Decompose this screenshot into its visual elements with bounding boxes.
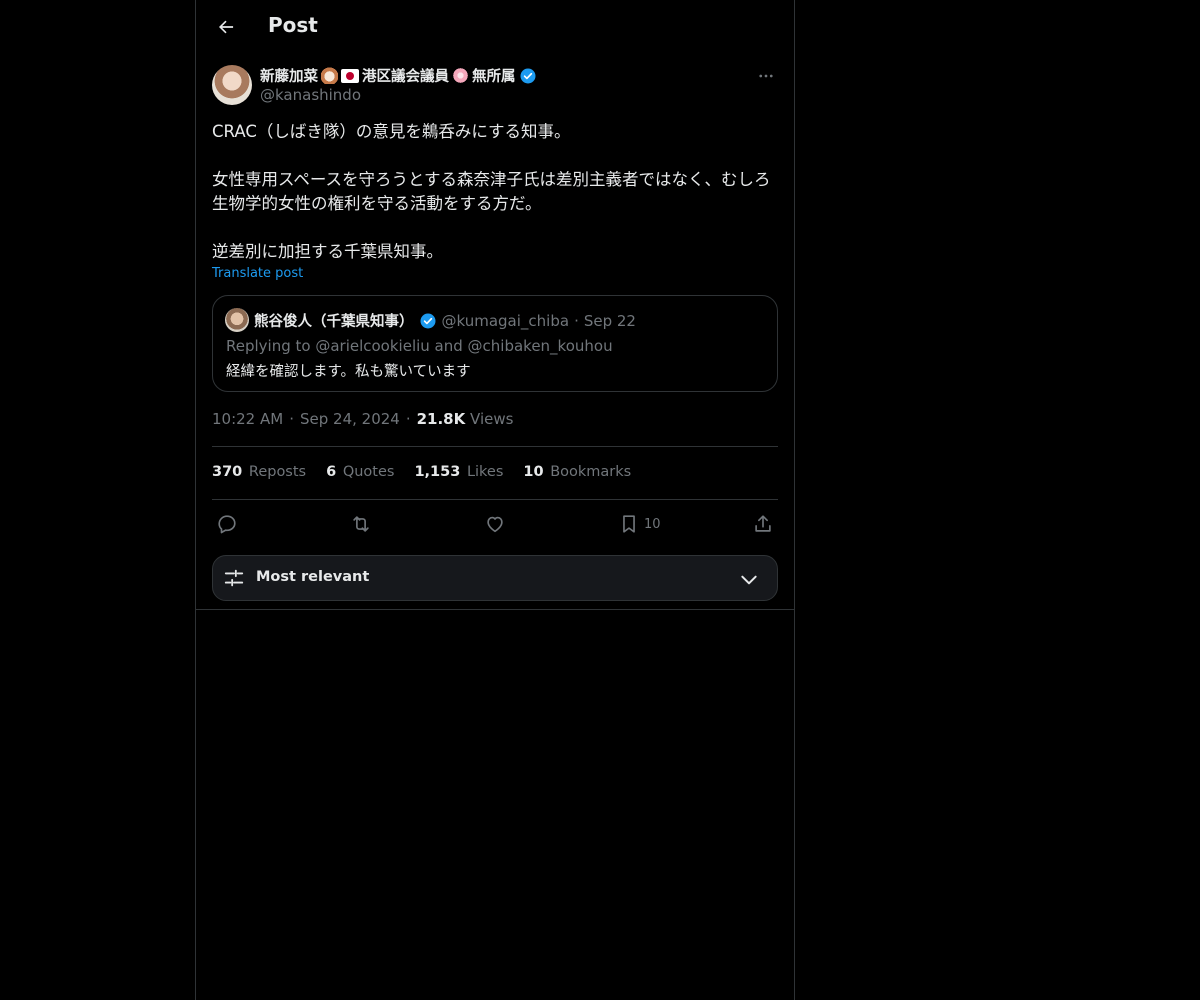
author-handle[interactable]: @kanashindo	[260, 86, 361, 104]
author-name-part1[interactable]: 新藤加菜	[260, 65, 318, 86]
post-meta: 10:22 AM · Sep 24, 2024 · 21.8K Views	[212, 410, 513, 428]
share-icon	[755, 515, 771, 532]
like-button[interactable]	[484, 512, 506, 536]
post-text: CRAC（しばき隊）の意見を鵜呑みにする知事。 女性専用スペースを守ろうとする森…	[212, 122, 771, 261]
page-header: Post	[196, 0, 794, 54]
engagement-stats: 370 Reposts 6 Quotes 1,153 Likes 10 Book…	[212, 464, 631, 480]
quoted-date[interactable]: Sep 22	[584, 312, 636, 330]
bookmarks-stat[interactable]: 10 Bookmarks	[523, 464, 631, 480]
post-date[interactable]: Sep 24, 2024	[300, 410, 400, 428]
sliders-icon	[224, 569, 244, 587]
more-options-button[interactable]	[754, 64, 778, 88]
post: 新藤加菜 港区議会議員 無所属 @kanashindo CRAC（しばき隊）の意…	[212, 64, 778, 601]
bookmark-icon	[623, 515, 635, 533]
quoted-author-handle[interactable]: @kumagai_chiba	[442, 312, 570, 330]
chevron-down-icon	[741, 575, 757, 585]
heart-icon	[487, 516, 503, 533]
action-bar: 10	[212, 512, 778, 536]
views-label: Views	[470, 410, 514, 428]
more-horizontal-icon	[759, 74, 773, 78]
separator-dot: ·	[574, 311, 579, 330]
replies-sort-dropdown[interactable]: Most relevant	[212, 555, 778, 601]
views-count: 21.8K	[416, 410, 466, 428]
share-button[interactable]	[752, 512, 774, 536]
quotes-stat[interactable]: 6 Quotes	[326, 464, 394, 480]
arrow-left-icon	[219, 20, 234, 34]
post-time[interactable]: 10:22 AM	[212, 410, 283, 428]
separator-dot: ·	[289, 410, 294, 428]
repost-icon	[353, 516, 369, 532]
quoted-post[interactable]: 熊谷俊人（千葉県知事） @kumagai_chiba · Sep 22 Repl…	[212, 295, 778, 392]
verified-badge-icon[interactable]	[519, 67, 537, 85]
sort-label: Most relevant	[256, 569, 370, 585]
cherry-blossom-icon	[452, 67, 469, 84]
avatar[interactable]	[212, 65, 252, 105]
quoted-header: 熊谷俊人（千葉県知事） @kumagai_chiba · Sep 22	[254, 310, 636, 331]
author-name-line: 新藤加菜 港区議会議員 無所属	[260, 65, 537, 86]
divider	[212, 499, 778, 500]
author-name-part2[interactable]: 港区議会議員	[362, 65, 449, 86]
author-name-part3[interactable]: 無所属	[472, 65, 516, 86]
reply-icon	[218, 515, 236, 534]
translate-post-link[interactable]: Translate post	[212, 266, 303, 281]
quoted-text: 経緯を確認します。私も驚いています	[226, 364, 471, 380]
repost-button[interactable]	[350, 512, 372, 536]
reposts-stat[interactable]: 370 Reposts	[212, 464, 306, 480]
verified-badge-icon	[419, 312, 437, 330]
page-title: Post	[268, 13, 318, 37]
divider	[212, 446, 778, 447]
dog-face-icon	[321, 67, 338, 84]
reply-button[interactable]	[216, 512, 238, 536]
author-row: 新藤加菜 港区議会議員 無所属 @kanashindo	[212, 64, 778, 106]
likes-stat[interactable]: 1,153 Likes	[414, 464, 503, 480]
separator-dot: ·	[405, 410, 411, 428]
quoted-avatar[interactable]	[225, 308, 249, 332]
back-button[interactable]	[208, 9, 244, 45]
quoted-replying-to: Replying to @arielcookieliu and @chibake…	[226, 337, 613, 355]
bookmark-button[interactable]: 10	[618, 512, 661, 536]
divider	[196, 609, 794, 610]
quoted-author-name[interactable]: 熊谷俊人（千葉県知事）	[254, 310, 414, 331]
japan-flag-icon	[341, 68, 359, 83]
main-column: Post 新藤加菜 港区議会議員 無所属 @kanashindo CRAC（しば…	[195, 0, 795, 1000]
bookmark-count: 10	[644, 516, 661, 532]
